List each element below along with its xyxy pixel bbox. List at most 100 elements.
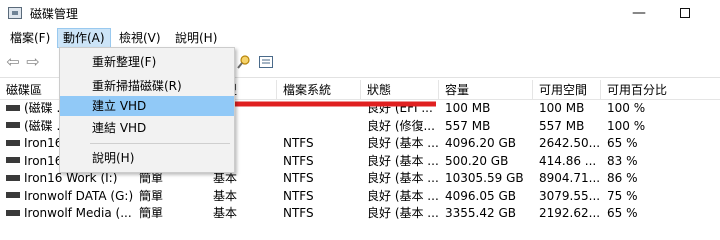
back-arrow-icon[interactable]: ⇦ bbox=[4, 53, 22, 71]
cell-status: 良好 (修復... bbox=[361, 118, 439, 135]
cell-status: 良好 (基本 ... bbox=[361, 153, 439, 170]
menu-separator bbox=[90, 143, 230, 144]
menu-action[interactable]: 動作(A) bbox=[57, 28, 111, 48]
cell-free-space-text: 3079.55... bbox=[539, 188, 601, 203]
cell-type: 基本 bbox=[207, 188, 277, 205]
minimize-button[interactable]: — bbox=[616, 0, 662, 28]
cell-free-space: 8904.71... bbox=[533, 170, 601, 187]
cell-percent-free-text: 65 % bbox=[607, 206, 638, 220]
cell-capacity: 10305.59 GB bbox=[439, 170, 533, 187]
cell-percent-free: 65 % bbox=[601, 135, 720, 152]
cell-status: 良好 (基本 ... bbox=[361, 170, 439, 187]
cell-capacity-text: 500.20 GB bbox=[445, 153, 509, 168]
cell-capacity: 4096.05 GB bbox=[439, 188, 533, 205]
cell-filesystem-text: NTFS bbox=[283, 136, 314, 150]
cell-layout-text: 簡單 bbox=[139, 188, 164, 203]
cell-type: 基本 bbox=[207, 205, 277, 222]
cell-filesystem: NTFS bbox=[277, 170, 361, 187]
cell-percent-free: 86 % bbox=[601, 170, 720, 187]
cell-percent-free: 100 % bbox=[601, 118, 720, 135]
cell-status-text: 良好 (基本 ... bbox=[367, 206, 439, 220]
cell-capacity-text: 100 MB bbox=[445, 101, 491, 115]
cell-free-space-text: 414.86 ... bbox=[539, 153, 597, 168]
cell-volume-text: Ironwolf DATA (G:) bbox=[24, 188, 133, 203]
cell-status-text: 良好 (基本 ... bbox=[367, 188, 439, 203]
volume-icon bbox=[6, 104, 20, 111]
col-percent-free[interactable]: 可用百分比 bbox=[601, 80, 720, 100]
menu-view[interactable]: 檢視(V) bbox=[114, 28, 166, 48]
cell-capacity: 100 MB bbox=[439, 100, 533, 117]
cell-volume-text: Ironwolf Media (... bbox=[24, 206, 132, 220]
title-bar: 磁碟管理 — bbox=[0, 0, 720, 28]
cell-type-text: 基本 bbox=[213, 171, 238, 185]
cell-percent-free-text: 86 % bbox=[607, 171, 638, 185]
cell-layout: 簡單 bbox=[133, 188, 207, 205]
cell-filesystem-text: NTFS bbox=[283, 153, 314, 168]
cell-capacity: 557 MB bbox=[439, 118, 533, 135]
cell-capacity-text: 3355.42 GB bbox=[445, 206, 516, 220]
volume-icon bbox=[6, 157, 20, 163]
search-icon[interactable] bbox=[236, 54, 252, 70]
menu-file[interactable]: 檔案(F) bbox=[5, 28, 55, 48]
cell-free-space: 3079.55... bbox=[533, 188, 601, 205]
cell-volume-text: Iron16 bbox=[24, 136, 63, 150]
volume-icon bbox=[6, 192, 20, 198]
menu-item-rescan-disks[interactable]: 重新掃描磁碟(R) bbox=[60, 76, 234, 96]
forward-arrow-icon[interactable]: ⇨ bbox=[24, 53, 42, 71]
cell-volume: Ironwolf Media (... bbox=[0, 205, 133, 222]
cell-filesystem-text: NTFS bbox=[283, 188, 314, 203]
cell-status-text: 良好 (修復... bbox=[367, 118, 435, 133]
cell-free-space: 414.86 ... bbox=[533, 153, 601, 170]
cell-free-space: 100 MB bbox=[533, 100, 601, 117]
table-row[interactable]: Ironwolf DATA (G:) 簡單 基本 NTFS 良好 (基本 ... 4096… bbox=[0, 188, 720, 205]
col-capacity[interactable]: 容量 bbox=[439, 80, 533, 100]
properties-icon[interactable] bbox=[258, 54, 274, 70]
maximize-button[interactable] bbox=[662, 0, 708, 28]
cell-capacity-text: 10305.59 GB bbox=[445, 171, 524, 185]
cell-capacity-text: 4096.20 GB bbox=[445, 136, 516, 150]
cell-layout-text: 簡單 bbox=[139, 206, 164, 220]
cell-layout-text: 簡單 bbox=[139, 171, 164, 185]
cell-filesystem: NTFS bbox=[277, 205, 361, 222]
cell-status-text: 良好 (基本 ... bbox=[367, 171, 439, 185]
cell-free-space: 2192.62... bbox=[533, 205, 601, 222]
menu-item-help[interactable]: 說明(H) bbox=[60, 148, 234, 168]
cell-layout: 簡單 bbox=[133, 205, 207, 222]
cell-capacity-text: 4096.05 GB bbox=[445, 188, 516, 203]
cell-volume: Ironwolf DATA (G:) bbox=[0, 188, 133, 205]
cell-percent-free: 65 % bbox=[601, 205, 720, 222]
action-menu-dropdown: 重新整理(F) 重新掃描磁碟(R) 建立 VHD 連結 VHD 說明(H) bbox=[59, 47, 235, 173]
cell-percent-free-text: 83 % bbox=[607, 153, 638, 168]
menu-item-refresh[interactable]: 重新整理(F) bbox=[60, 52, 234, 72]
cell-percent-free-text: 100 % bbox=[607, 118, 646, 133]
volume-icon bbox=[6, 209, 20, 216]
table-row[interactable]: Ironwolf Media (... 簡單 基本 NTFS 良好 (基本 ... 335… bbox=[0, 205, 720, 222]
cell-free-space-text: 557 MB bbox=[539, 118, 585, 133]
cell-capacity-text: 557 MB bbox=[445, 118, 491, 133]
disk-management-icon bbox=[8, 7, 22, 19]
cell-percent-free-text: 100 % bbox=[607, 101, 646, 115]
cell-filesystem: NTFS bbox=[277, 153, 361, 170]
cell-capacity: 3355.42 GB bbox=[439, 205, 533, 222]
cell-free-space-text: 2642.50... bbox=[539, 136, 601, 150]
cell-status-text: 良好 (基本 ... bbox=[367, 136, 439, 150]
col-free-space[interactable]: 可用空間 bbox=[533, 80, 601, 100]
cell-filesystem bbox=[277, 118, 361, 135]
cell-filesystem: NTFS bbox=[277, 188, 361, 205]
window-title: 磁碟管理 bbox=[30, 7, 79, 21]
cell-volume-text: Iron16 Work (I:) bbox=[24, 171, 118, 185]
cell-percent-free: 83 % bbox=[601, 153, 720, 170]
menu-item-create-vhd[interactable]: 建立 VHD bbox=[60, 96, 234, 116]
cell-percent-free-text: 65 % bbox=[607, 136, 638, 150]
volume-icon bbox=[6, 139, 20, 146]
menu-item-attach-vhd[interactable]: 連結 VHD bbox=[60, 118, 234, 138]
volume-icon bbox=[6, 122, 20, 128]
cell-percent-free-text: 75 % bbox=[607, 188, 638, 203]
cell-status: 良好 (基本 ... bbox=[361, 135, 439, 152]
cell-status-text: 良好 (基本 ... bbox=[367, 153, 439, 168]
menu-help[interactable]: 說明(H) bbox=[170, 28, 222, 48]
cell-capacity: 4096.20 GB bbox=[439, 135, 533, 152]
cell-status: 良好 (基本 ... bbox=[361, 188, 439, 205]
cell-capacity: 500.20 GB bbox=[439, 153, 533, 170]
cell-filesystem-text: NTFS bbox=[283, 171, 314, 185]
